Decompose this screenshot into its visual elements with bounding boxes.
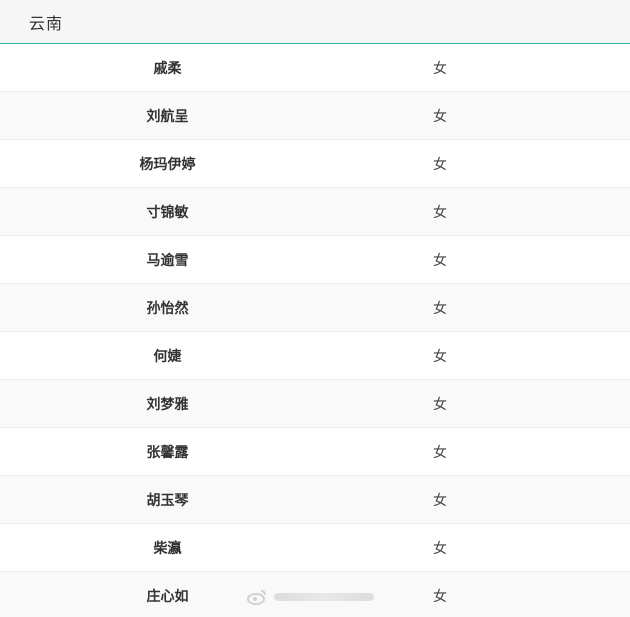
gender-cell: 女 bbox=[433, 300, 447, 317]
page: 云南 戚柔 女 刘航呈 女 杨玛伊婷 女 寸锦敏 女 马逾雪 女 孙怡然 女 何… bbox=[0, 0, 630, 617]
gender-cell: 女 bbox=[433, 204, 447, 221]
table-row: 马逾雪 女 bbox=[0, 236, 630, 284]
table-row: 孙怡然 女 bbox=[0, 284, 630, 332]
gender-cell: 女 bbox=[433, 444, 447, 461]
table-row: 刘航呈 女 bbox=[0, 92, 630, 140]
section-title: 云南 bbox=[29, 13, 64, 33]
gender-cell: 女 bbox=[433, 60, 447, 77]
watermark-blur bbox=[274, 593, 374, 601]
name-cell: 杨玛伊婷 bbox=[139, 156, 196, 173]
gender-cell: 女 bbox=[433, 108, 447, 125]
table-row: 柴瀛 女 bbox=[0, 524, 630, 572]
name-cell: 何婕 bbox=[153, 348, 182, 365]
name-table: 戚柔 女 刘航呈 女 杨玛伊婷 女 寸锦敏 女 马逾雪 女 孙怡然 女 何婕 女… bbox=[0, 44, 630, 617]
table-row: 胡玉琴 女 bbox=[0, 476, 630, 524]
gender-cell: 女 bbox=[433, 348, 447, 365]
gender-cell: 女 bbox=[433, 156, 447, 173]
table-row: 何婕 女 bbox=[0, 332, 630, 380]
name-cell: 戚柔 bbox=[153, 60, 182, 77]
name-cell: 孙怡然 bbox=[146, 300, 189, 317]
name-cell: 刘航呈 bbox=[146, 108, 189, 125]
table-row: 张馨露 女 bbox=[0, 428, 630, 476]
table-row: 戚柔 女 bbox=[0, 44, 630, 92]
table-row: 寸锦敏 女 bbox=[0, 188, 630, 236]
name-cell: 寸锦敏 bbox=[146, 204, 189, 221]
gender-cell: 女 bbox=[433, 252, 447, 269]
gender-cell: 女 bbox=[433, 540, 447, 557]
name-cell: 柴瀛 bbox=[153, 540, 182, 557]
name-cell: 张馨露 bbox=[146, 444, 189, 461]
weibo-logo-icon bbox=[246, 588, 268, 606]
name-cell: 胡玉琴 bbox=[146, 492, 189, 509]
gender-cell: 女 bbox=[433, 396, 447, 413]
table-row: 杨玛伊婷 女 bbox=[0, 140, 630, 188]
name-cell: 刘梦雅 bbox=[146, 396, 189, 413]
section-header: 云南 bbox=[0, 0, 630, 44]
table-row: 刘梦雅 女 bbox=[0, 380, 630, 428]
name-cell: 马逾雪 bbox=[146, 252, 189, 269]
watermark bbox=[246, 588, 374, 606]
gender-cell: 女 bbox=[433, 492, 447, 509]
